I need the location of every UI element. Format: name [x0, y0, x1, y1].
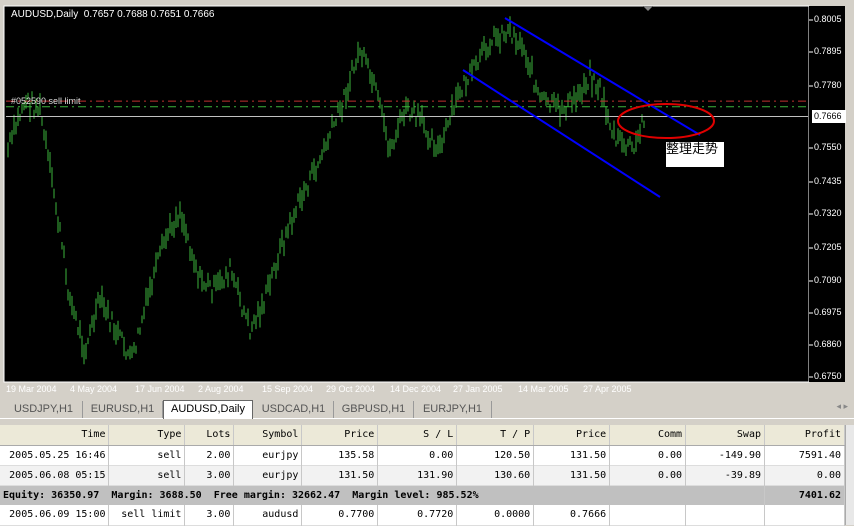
pending-order-row[interactable]: 2005.06.09 15:00 sell limit 3.00 audusd 0.77… — [0, 505, 845, 525]
tab-usdjpy[interactable]: USDJPY,H1 — [5, 401, 83, 418]
column-header[interactable]: S / L — [377, 425, 458, 446]
chart-title: AUDUSD,Daily 0.7657 0.7688 0.7651 0.7666 — [11, 9, 214, 20]
date-axis-label: 14 Dec 2004 — [390, 384, 442, 394]
column-header[interactable]: Price — [533, 425, 611, 446]
table-cell: 2.00 — [184, 445, 235, 465]
column-header[interactable]: Swap — [685, 425, 765, 446]
price-axis-label: 0.8005 — [814, 14, 842, 24]
column-header[interactable]: Time — [0, 425, 110, 446]
table-cell: 3.00 — [184, 505, 235, 525]
price-axis-label: 0.6975 — [814, 307, 842, 317]
column-header[interactable]: Symbol — [233, 425, 303, 446]
tab-eurusd[interactable]: EURUSD,H1 — [83, 401, 163, 418]
date-axis-label: 17 Jun 2004 — [135, 384, 185, 394]
tab-usdcad[interactable]: USDCAD,H1 — [254, 401, 334, 418]
date-axis-label: 2 Aug 2004 — [198, 384, 244, 394]
table-cell: 2005.05.25 16:46 — [0, 445, 110, 465]
price-axis-label: 0.7320 — [814, 208, 842, 218]
table-cell: 0.00 — [764, 465, 845, 485]
column-header[interactable]: T / P — [456, 425, 535, 446]
price-axis-label: 0.7090 — [814, 275, 842, 285]
tab-eurjpy[interactable]: EURJPY,H1 — [414, 401, 492, 418]
table-cell — [764, 505, 845, 525]
price-chart[interactable] — [0, 0, 854, 398]
tab-scroll-arrows[interactable]: ◂ ▸ — [836, 401, 848, 412]
table-cell: eurjpy — [233, 445, 303, 465]
table-cell: sell — [108, 465, 186, 485]
column-header[interactable]: Profit — [764, 425, 845, 446]
table-cell: 0.00 — [609, 465, 687, 485]
table-header: Time Type Lots Symbol Price S / LT / P Price Co… — [0, 425, 845, 446]
date-axis-label: 4 May 2004 — [70, 384, 118, 394]
chart-tabs: USDJPY,H1 EURUSD,H1 AUDUSD,Daily USDCAD,… — [0, 400, 854, 419]
table-cell: audusd — [233, 505, 303, 525]
table-cell: 0.7700 — [301, 505, 379, 525]
trade-table: Time Type Lots Symbol Price S / LT / P Price Co… — [0, 425, 845, 526]
table-cell: 0.00 — [377, 445, 458, 465]
table-row[interactable]: 2005.06.08 05:15 sell 3.00 eurjpy 131.50 131.… — [0, 465, 845, 485]
column-header[interactable]: Lots — [184, 425, 235, 446]
date-axis-label: 27 Apr 2005 — [583, 384, 632, 394]
equity-summary: Equity: 36350.97 Margin: 3688.50 Free ma… — [0, 485, 765, 505]
table-cell: -39.89 — [685, 465, 765, 485]
table-cell: 0.00 — [609, 445, 687, 465]
order-label: #052590 sell limit — [11, 96, 81, 106]
price-axis-label: 0.7205 — [814, 242, 842, 252]
table-cell: 135.58 — [301, 445, 379, 465]
table-cell: sell — [108, 445, 186, 465]
price-axis-label: 0.7435 — [814, 176, 842, 186]
chart-area — [3, 5, 810, 383]
price-axis-label: 0.7550 — [814, 142, 842, 152]
tab-audusd[interactable]: AUDUSD,Daily — [163, 400, 253, 419]
table-row[interactable]: 2005.05.25 16:46 sell 2.00 eurjpy 135.58 0.00… — [0, 445, 845, 465]
table-cell: 2005.06.09 15:00 — [0, 505, 110, 525]
table-cell: 130.60 — [456, 465, 535, 485]
table-cell: eurjpy — [233, 465, 303, 485]
table-cell: 131.90 — [377, 465, 458, 485]
date-axis-label: 14 Mar 2005 — [518, 384, 569, 394]
price-axis-label: 0.6750 — [814, 371, 842, 381]
current-price-label: 0.7666 — [812, 110, 846, 123]
date-axis-label: 29 Oct 2004 — [326, 384, 376, 394]
price-axis — [809, 6, 845, 382]
date-axis-label: 27 Jan 2005 — [453, 384, 503, 394]
date-axis-label: 15 Sep 2004 — [262, 384, 314, 394]
table-cell: 0.7720 — [377, 505, 458, 525]
ohlc-values: 0.7657 0.7688 0.7651 0.7666 — [83, 9, 215, 20]
tab-gbpusd[interactable]: GBPUSD,H1 — [334, 401, 414, 418]
vertical-scrollbar[interactable] — [845, 425, 854, 525]
total-profit: 7401.62 — [764, 485, 845, 505]
column-header[interactable]: Price — [301, 425, 379, 446]
table-cell: 0.7666 — [533, 505, 611, 525]
table-cell: 131.50 — [301, 465, 379, 485]
chart-window[interactable]: AUDUSD,Daily 0.7657 0.7688 0.7651 0.7666… — [0, 0, 854, 398]
price-axis-label: 0.6860 — [814, 339, 842, 349]
column-header[interactable]: Type — [108, 425, 186, 446]
table-cell — [685, 505, 765, 525]
table-cell: 0.0000 — [456, 505, 535, 525]
annotation-text[interactable]: 整理走势 — [666, 142, 724, 167]
table-cell: sell limit — [108, 505, 186, 525]
date-axis-label: 19 Mar 2004 — [6, 384, 57, 394]
table-cell: -149.90 — [685, 445, 765, 465]
table-cell: 3.00 — [184, 465, 235, 485]
symbol-label: AUDUSD,Daily — [11, 9, 79, 20]
price-axis-label: 0.7895 — [814, 46, 842, 56]
table-cell: 7591.40 — [764, 445, 845, 465]
table-cell: 2005.06.08 05:15 — [0, 465, 110, 485]
table-cell: 120.50 — [456, 445, 535, 465]
equity-row: Equity: 36350.97 Margin: 3688.50 Free ma… — [0, 485, 845, 505]
column-header[interactable]: Comm — [609, 425, 687, 446]
table-cell: 131.50 — [533, 445, 611, 465]
table-cell: 131.50 — [533, 465, 611, 485]
price-axis-label: 0.7780 — [814, 80, 842, 90]
table-cell — [609, 505, 687, 525]
